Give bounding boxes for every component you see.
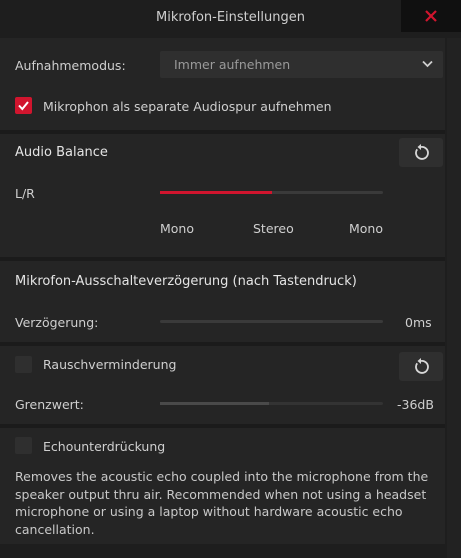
delay-value: 0ms	[405, 315, 432, 330]
checkmark-icon	[18, 101, 29, 111]
echo-cancel-description: Removes the acoustic echo coupled into t…	[15, 469, 429, 537]
balance-slider[interactable]	[160, 191, 383, 194]
balance-tick-center: Stereo	[253, 221, 294, 236]
threshold-label: Grenzwert:	[15, 397, 84, 412]
close-icon	[425, 10, 437, 22]
delay-label: Verzögerung:	[15, 315, 99, 330]
noise-reduction-checkbox[interactable]	[15, 356, 32, 373]
balance-tick-left: Mono	[160, 221, 195, 236]
chevron-down-icon	[422, 60, 433, 68]
separate-track-checkbox[interactable]	[15, 97, 32, 114]
audio-balance-reset-button[interactable]	[399, 138, 443, 167]
reset-icon	[415, 358, 429, 374]
recording-mode-dropdown[interactable]: Immer aufnehmen	[160, 51, 443, 78]
window-title: Mikrofon-Einstellungen	[156, 10, 305, 25]
close-button[interactable]	[401, 0, 461, 32]
recording-mode-value: Immer aufnehmen	[174, 57, 291, 72]
delay-slider[interactable]	[160, 320, 383, 323]
mute-delay-heading: Mikrofon-Ausschalteverzögerung (nach Tas…	[15, 274, 357, 289]
noise-reduction-label: Rauschverminderung	[43, 357, 177, 372]
reset-icon	[415, 144, 429, 160]
balance-slider-fill	[160, 191, 272, 194]
threshold-value: -36dB	[397, 397, 434, 412]
echo-cancel-label: Echounterdrückung	[43, 439, 166, 454]
threshold-slider-fill	[160, 402, 269, 405]
noise-reduction-reset-button[interactable]	[399, 352, 443, 381]
balance-tick-right: Mono	[349, 221, 384, 236]
audio-balance-heading: Audio Balance	[15, 145, 108, 160]
separate-track-label: Mikrophon als separate Audiospur aufnehm…	[43, 99, 332, 114]
scrollbar-track[interactable]	[447, 38, 461, 558]
threshold-slider[interactable]	[160, 402, 383, 405]
echo-cancel-checkbox[interactable]	[15, 437, 32, 454]
balance-channel-label: L/R	[15, 186, 35, 201]
recording-mode-label: Aufnahmemodus:	[15, 58, 126, 73]
